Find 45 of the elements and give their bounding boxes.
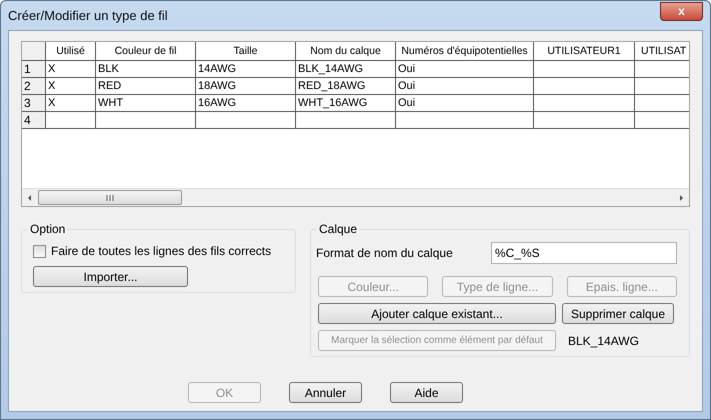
table-cell: X <box>46 95 96 112</box>
table-cell: X <box>46 78 96 95</box>
input-field[interactable]: %C_%S <box>491 242 677 264</box>
row-header[interactable]: 4 <box>22 112 46 129</box>
grip-icon <box>106 194 114 200</box>
scroll-right-icon[interactable] <box>677 194 685 202</box>
group-title: Option <box>28 222 68 236</box>
table-cell: WHT <box>96 95 196 112</box>
row-header[interactable]: 3 <box>22 95 46 112</box>
table-cell <box>46 112 96 129</box>
import-button[interactable]: Importer... <box>33 266 188 287</box>
column-header[interactable]: Taille <box>196 42 296 61</box>
group-title: Calque <box>317 222 360 236</box>
table-cell: 14AWG <box>196 61 296 78</box>
default-layer-value: BLK_14AWG <box>568 334 639 348</box>
scroll-left-icon[interactable] <box>26 194 34 202</box>
table-cell: Oui <box>396 78 534 95</box>
add-layer-button[interactable]: Ajouter calque existant... <box>318 303 556 324</box>
row-header[interactable]: 1 <box>22 61 46 78</box>
window-title: Créer/Modifier un type de fil <box>8 8 168 23</box>
table-cell: WHT_16AWG <box>296 95 396 112</box>
table-cell: RED_18AWG <box>296 78 396 95</box>
table-cell: BLK_14AWG <box>296 61 396 78</box>
table-cell: RED <box>96 78 196 95</box>
table-cell: Oui <box>396 95 534 112</box>
table-cell: 16AWG <box>196 95 296 112</box>
table-corner[interactable] <box>22 42 46 61</box>
horizontal-scrollbar[interactable] <box>22 188 689 206</box>
scrollbar-thumb[interactable] <box>38 190 182 205</box>
column-header[interactable]: Utilisé <box>46 42 96 61</box>
table-cell: Oui <box>396 61 534 78</box>
checkbox[interactable] <box>33 244 46 258</box>
table-cell: BLK <box>96 61 196 78</box>
row-header[interactable]: 2 <box>22 78 46 95</box>
column-header[interactable]: Numéros d'équipotentielles <box>396 42 534 61</box>
delete-layer-button[interactable]: Supprimer calque <box>562 303 674 324</box>
field-label: Format de nom du calque <box>316 246 453 260</box>
column-header[interactable]: Nom du calque <box>296 42 396 61</box>
table-cell: X <box>46 61 96 78</box>
column-header[interactable]: Couleur de fil <box>96 42 196 61</box>
column-header[interactable]: UTILISATEUR1 <box>534 42 635 61</box>
checkbox-label: Faire de toutes les lignes des fils corrects <box>51 244 272 258</box>
dialog-button[interactable]: Aide <box>390 382 463 403</box>
dialog-button[interactable]: Annuler <box>289 382 362 403</box>
table-cell: 18AWG <box>196 78 296 95</box>
